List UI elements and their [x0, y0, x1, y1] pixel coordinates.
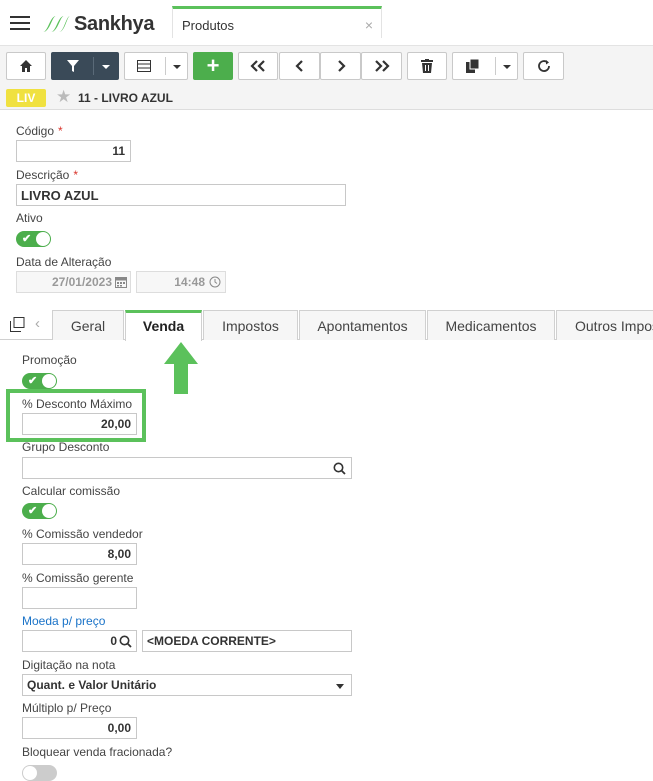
chevron-left-icon — [294, 60, 303, 72]
copy-icon — [466, 59, 480, 73]
desconto-maximo-label: % Desconto Máximo — [22, 397, 133, 411]
refresh-button[interactable] — [523, 52, 564, 80]
calendar-icon — [115, 277, 127, 288]
record-badge: LIV — [6, 89, 46, 107]
search-icon[interactable] — [333, 462, 346, 475]
logo: Sankhya — [40, 10, 154, 38]
moeda-preco-link[interactable]: Moeda p/ preço — [22, 614, 105, 628]
home-button[interactable] — [6, 52, 46, 80]
popout-icon[interactable] — [10, 317, 25, 332]
comissao-gerente-input[interactable] — [22, 587, 137, 609]
add-button[interactable]: + — [193, 52, 233, 80]
promocao-toggle[interactable]: ✔ — [22, 373, 57, 389]
codigo-input[interactable]: 11 — [16, 140, 131, 162]
comissao-gerente-label: % Comissão gerente — [22, 571, 134, 585]
first-record-button[interactable] — [238, 52, 278, 80]
grupo-desconto-label: Grupo Desconto — [22, 440, 110, 454]
search-icon[interactable] — [119, 635, 132, 648]
plus-icon: + — [206, 53, 220, 78]
tab-apontamentos[interactable]: Apontamentos — [299, 310, 426, 340]
tab-outros-impostos[interactable]: Outros Impos — [556, 310, 653, 340]
codigo-label: Código * — [16, 124, 63, 138]
home-icon — [20, 60, 32, 72]
close-icon[interactable]: × — [365, 17, 373, 33]
chevron-right-icon — [337, 60, 346, 72]
delete-button[interactable] — [407, 52, 447, 80]
multiplo-preco-label: Múltiplo p/ Preço — [22, 701, 112, 715]
data-alteracao-date: 27/01/2023 — [16, 271, 131, 293]
record-title: 11 - LIVRO AZUL — [78, 91, 173, 105]
multiplo-preco-input[interactable]: 0,00 — [22, 717, 137, 739]
trash-icon — [421, 59, 433, 73]
tab-impostos[interactable]: Impostos — [203, 310, 298, 340]
promocao-label: Promoção — [22, 353, 77, 367]
tab-medicamentos[interactable]: Medicamentos — [427, 310, 555, 340]
comissao-vendedor-label: % Comissão vendedor — [22, 527, 143, 541]
star-icon[interactable]: ★ — [56, 87, 71, 107]
form-tabs: ‹ Geral Venda Impostos Apontamentos Medi… — [0, 310, 653, 341]
sankhya-logo-icon — [43, 16, 70, 32]
moeda-name-field: <MOEDA CORRENTE> — [142, 630, 352, 652]
bloquear-venda-toggle[interactable] — [22, 765, 57, 781]
clock-icon — [209, 276, 221, 288]
top-bar: Sankhya Produtos × — [0, 0, 653, 46]
double-chevron-right-icon — [374, 60, 390, 72]
toolbar: + — [0, 46, 653, 86]
descricao-input[interactable]: LIVRO AZUL — [16, 184, 346, 206]
bloquear-venda-label: Bloquear venda fracionada? — [22, 745, 173, 759]
filter-icon — [67, 60, 79, 72]
refresh-icon — [537, 60, 550, 72]
chevron-down-icon[interactable] — [102, 65, 110, 69]
grid-view-button[interactable] — [124, 52, 188, 80]
chevron-down-icon[interactable] — [173, 65, 181, 69]
last-record-button[interactable] — [361, 52, 402, 80]
descricao-label: Descrição * — [16, 168, 79, 182]
digitacao-nota-select[interactable]: Quant. e Valor Unitário — [22, 674, 352, 696]
moeda-code-input[interactable]: 0 — [22, 630, 137, 652]
filter-button[interactable] — [51, 52, 119, 80]
tab-produtos-label: Produtos — [182, 18, 235, 33]
logo-text: Sankhya — [74, 12, 155, 35]
tab-geral[interactable]: Geral — [52, 310, 124, 340]
ativo-label: Ativo — [16, 211, 43, 225]
chevron-down-icon — [336, 684, 344, 689]
double-chevron-left-icon — [250, 60, 265, 72]
grupo-desconto-input[interactable] — [22, 457, 352, 479]
menu-icon[interactable] — [10, 16, 30, 32]
tabs-scroll-left-icon[interactable]: ‹ — [35, 315, 40, 332]
copy-button[interactable] — [452, 52, 518, 80]
digitacao-nota-label: Digitação na nota — [22, 658, 116, 672]
data-alteracao-label: Data de Alteração — [16, 255, 112, 269]
chevron-down-icon[interactable] — [503, 65, 511, 69]
calcular-comissao-toggle[interactable]: ✔ — [22, 503, 57, 519]
tab-venda[interactable]: Venda — [125, 310, 202, 341]
desconto-maximo-input[interactable]: 20,00 — [22, 413, 137, 435]
ativo-toggle[interactable]: ✔ — [16, 231, 51, 247]
previous-record-button[interactable] — [279, 52, 320, 80]
table-icon — [137, 60, 151, 72]
record-header: LIV ★ 11 - LIVRO AZUL — [0, 86, 653, 110]
annotation-arrow-icon — [164, 342, 198, 394]
next-record-button[interactable] — [320, 52, 361, 80]
data-alteracao-time: 14:48 — [136, 271, 226, 293]
comissao-vendedor-input[interactable]: 8,00 — [22, 543, 137, 565]
tab-produtos[interactable]: Produtos × — [172, 6, 382, 38]
calcular-comissao-label: Calcular comissão — [22, 484, 121, 498]
